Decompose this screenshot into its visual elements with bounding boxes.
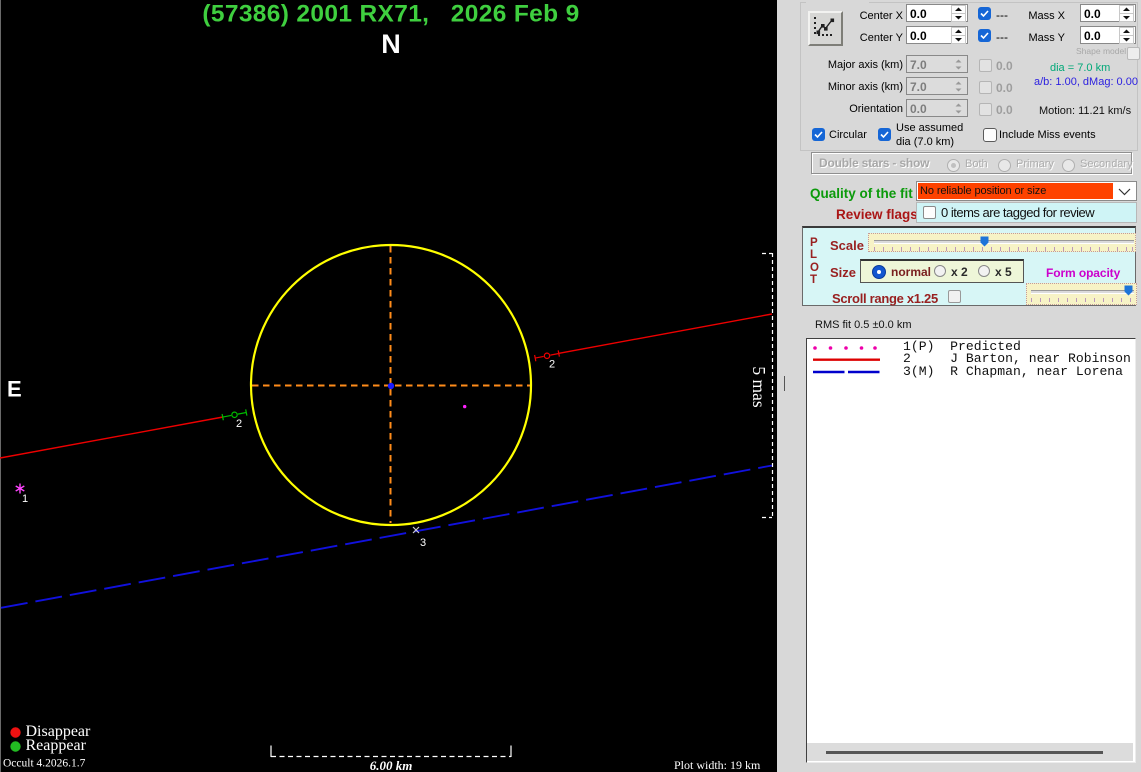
svg-text:2: 2 xyxy=(236,418,242,430)
svg-text:5 mas: 5 mas xyxy=(749,366,769,408)
svg-text:E: E xyxy=(7,377,22,402)
svg-text:(57386) 2001 RX71, 2026 Feb: (57386) 2001 RX71, 2026 Feb 9 xyxy=(202,1,579,28)
svg-text:N: N xyxy=(381,29,401,59)
svg-text:Plot width: 19 km: Plot width: 19 km xyxy=(674,758,761,772)
svg-text:Reappear: Reappear xyxy=(26,737,87,754)
svg-text:1: 1 xyxy=(22,493,28,505)
svg-text:3: 3 xyxy=(420,537,426,549)
svg-text:Occult 4.2026.1.7: Occult 4.2026.1.7 xyxy=(3,758,86,770)
svg-text:6.00 km: 6.00 km xyxy=(370,758,413,772)
svg-text:2: 2 xyxy=(549,359,555,371)
